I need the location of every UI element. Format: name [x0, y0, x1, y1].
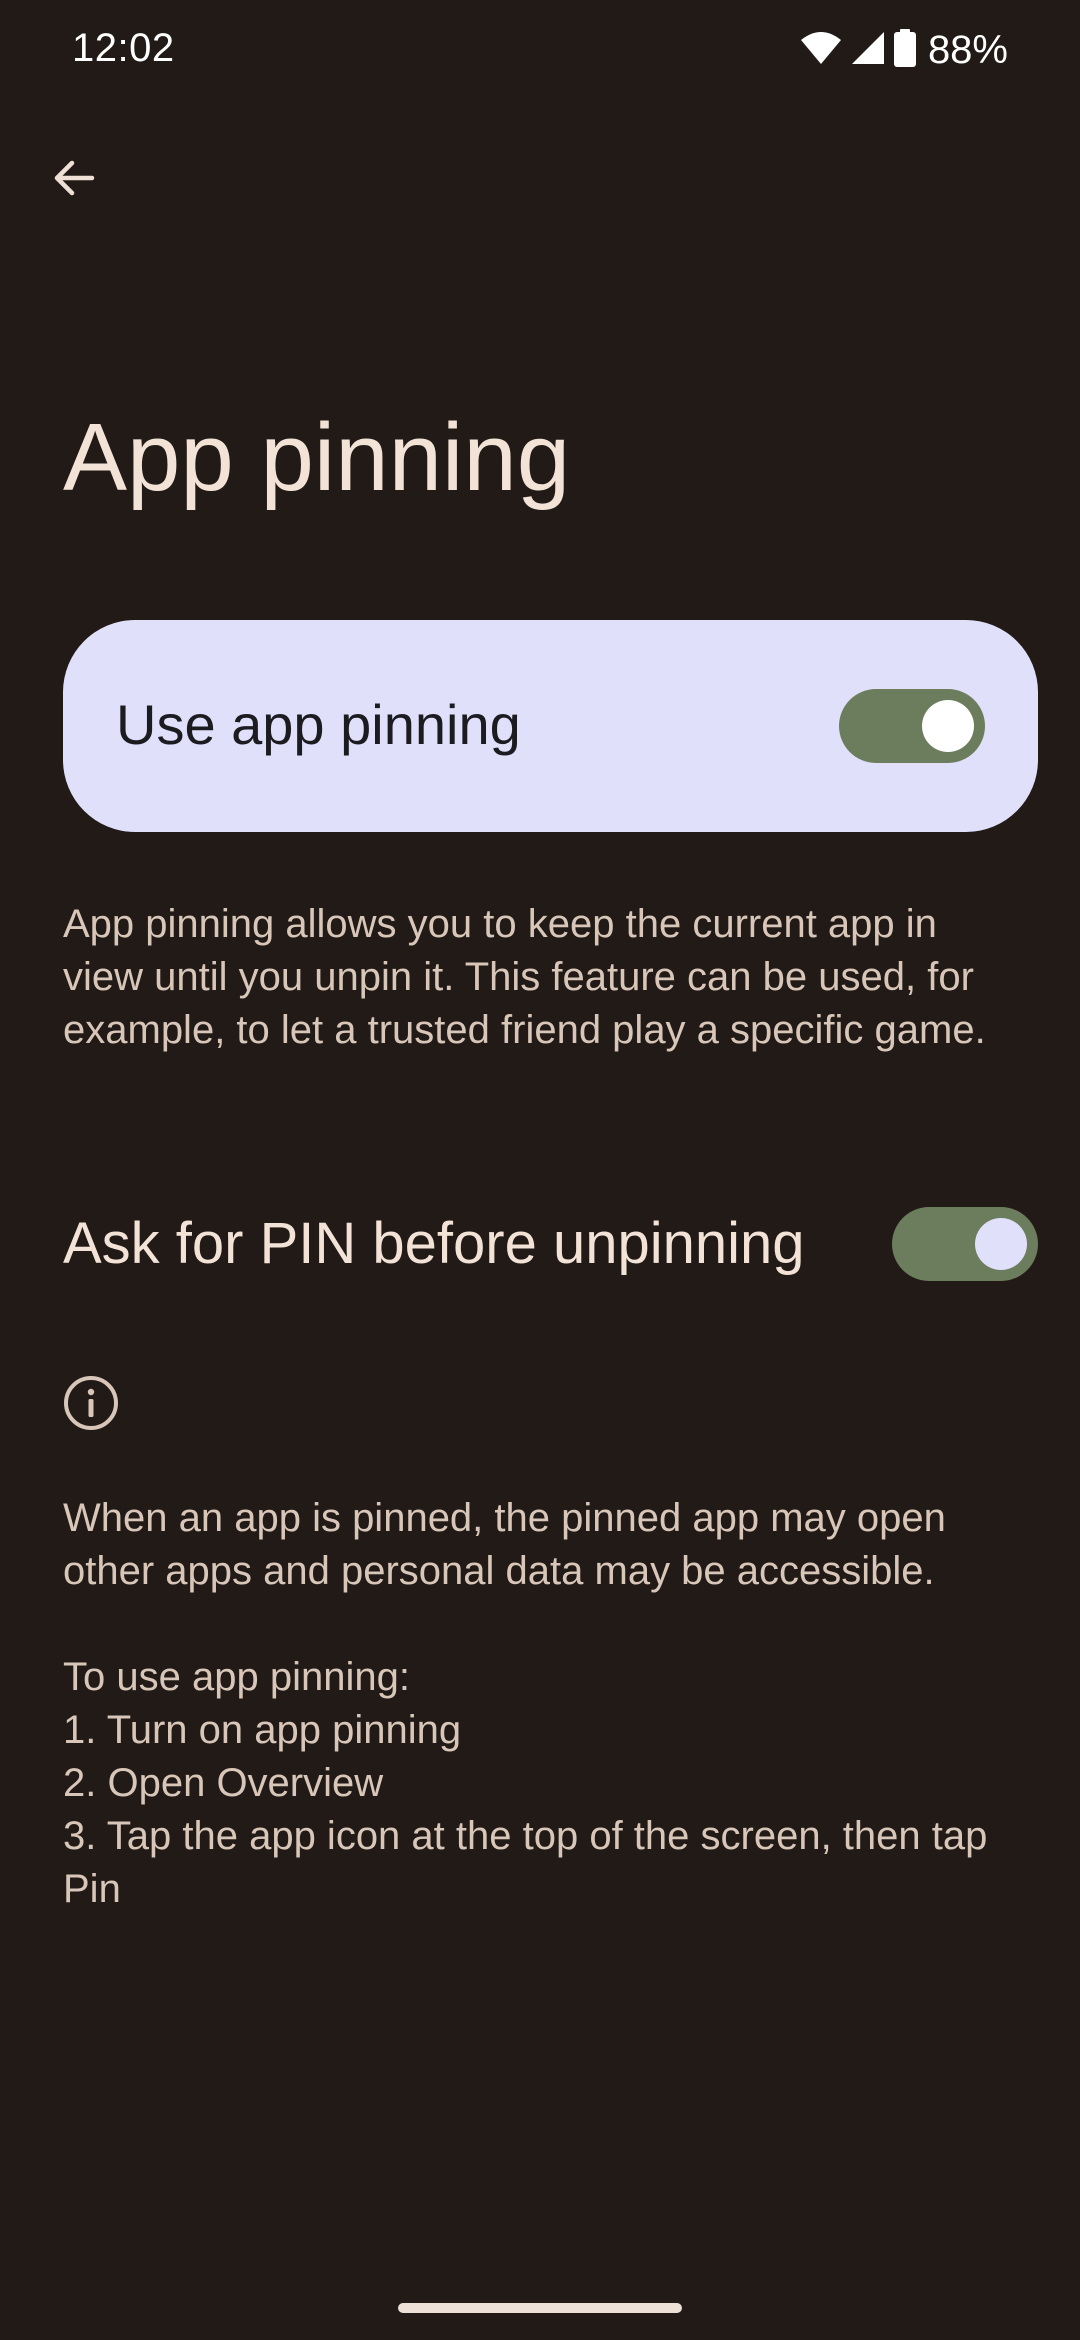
status-icons: 88% — [800, 28, 1008, 73]
instructions-heading: To use app pinning: — [63, 1655, 410, 1699]
main-switch-label: Use app pinning — [116, 693, 521, 756]
gesture-nav-handle[interactable] — [398, 2303, 682, 2313]
ask-for-pin-label: Ask for PIN before unpinning — [63, 1211, 805, 1276]
back-button[interactable] — [40, 146, 108, 214]
status-bar: 12:02 88% — [0, 0, 1080, 110]
battery-percent: 88% — [927, 28, 1008, 72]
instruction-step: 3. Tap the app icon at the top of the sc… — [63, 1814, 988, 1911]
app-pinning-description: App pinning allows you to keep the curre… — [63, 902, 986, 1052]
ask-for-pin-toggle[interactable] — [892, 1207, 1038, 1281]
instruction-step: 2. Open Overview — [63, 1761, 384, 1805]
toggle-thumb — [922, 700, 974, 752]
use-app-pinning-toggle[interactable] — [839, 689, 985, 763]
instruction-step: 1. Turn on app pinning — [63, 1708, 462, 1752]
toggle-thumb — [975, 1218, 1027, 1270]
pinning-warning: When an app is pinned, the pinned app ma… — [63, 1496, 946, 1593]
info-icon — [63, 1375, 119, 1431]
footer-text: When an app is pinned, the pinned app ma… — [63, 1492, 1023, 1916]
wifi-icon — [800, 30, 842, 71]
status-time: 12:02 — [72, 26, 175, 70]
ask-for-pin-setting[interactable]: Ask for PIN before unpinning — [0, 1192, 1080, 1296]
arrow-back-icon — [50, 154, 98, 207]
use-app-pinning-switch-bar[interactable]: Use app pinning — [63, 620, 1038, 832]
battery-icon — [893, 29, 916, 72]
page-title: App pinning — [63, 404, 571, 511]
cell-signal-icon — [850, 30, 886, 71]
